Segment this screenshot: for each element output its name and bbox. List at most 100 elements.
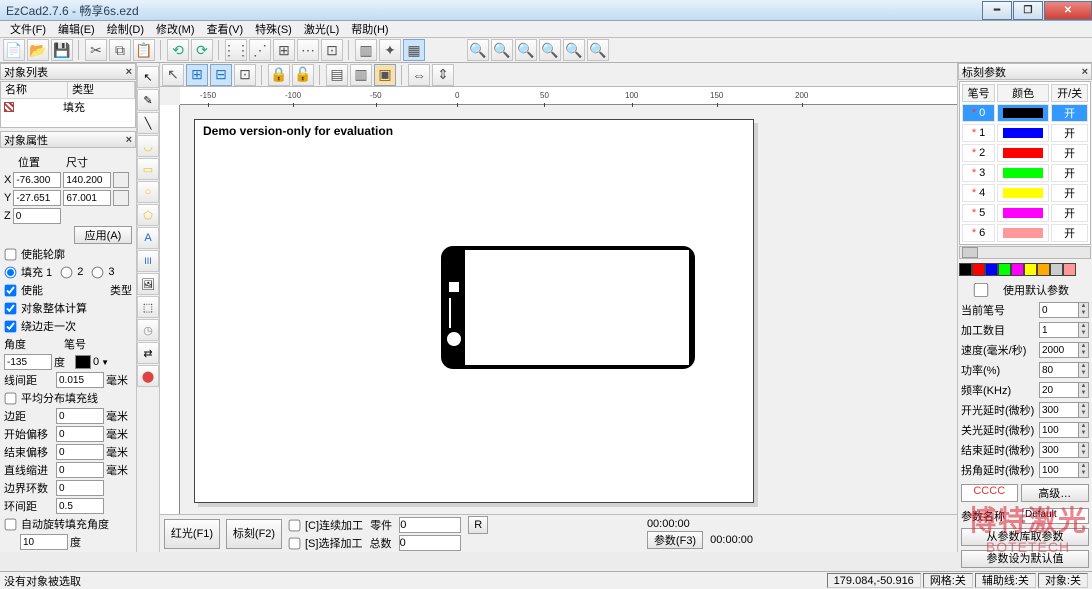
hatch1-radio[interactable]	[5, 266, 17, 278]
tool-d-icon[interactable]: ⋯	[297, 39, 319, 61]
redo-icon[interactable]: ⟳	[191, 39, 213, 61]
curve-icon[interactable]: ◡	[137, 135, 159, 157]
total-input[interactable]	[399, 535, 461, 551]
apply-button[interactable]: 应用(A)	[74, 226, 132, 244]
color-palette[interactable]	[959, 263, 1091, 276]
pen-scrollbar[interactable]	[959, 246, 1091, 259]
menu-view[interactable]: 查看(V)	[201, 21, 250, 37]
red-button[interactable]: 红光(F1)	[164, 519, 220, 549]
zoom-out-icon[interactable]: 🔍	[491, 39, 513, 61]
hatch3-radio[interactable]	[92, 266, 104, 278]
image-icon[interactable]: 🖼	[137, 273, 159, 295]
copy-icon[interactable]: ⧉	[109, 39, 131, 61]
col-type[interactable]: 类型	[68, 82, 135, 98]
pick-icon[interactable]: ↖	[162, 64, 184, 86]
advanced-button[interactable]: 高级…	[1021, 484, 1090, 502]
menu-file[interactable]: 文件(F)	[4, 21, 52, 37]
mirror-icon[interactable]: ▥	[350, 64, 372, 86]
startoff-input[interactable]	[56, 426, 104, 442]
loops-input[interactable]	[56, 480, 104, 496]
angle-input[interactable]	[4, 354, 52, 370]
edgedist-input[interactable]	[56, 408, 104, 424]
minimize-button[interactable]: ━	[982, 1, 1012, 20]
menu-help[interactable]: 帮助(H)	[345, 21, 394, 37]
timer-icon[interactable]: ◷	[137, 319, 159, 341]
selall-a-icon[interactable]: ⊞	[186, 64, 208, 86]
from-lib-button[interactable]: 从参数库取参数	[961, 528, 1089, 546]
part-input[interactable]	[399, 517, 461, 533]
close-panel-icon[interactable]: ×	[126, 134, 132, 146]
tool-e-icon[interactable]: ⊡	[321, 39, 343, 61]
lock-icon[interactable]: 🔒	[268, 64, 290, 86]
spin[interactable]: ▲▼	[1079, 302, 1089, 318]
flipv-icon[interactable]: ⇕	[432, 64, 454, 86]
zoom-fit-icon[interactable]: 🔍	[515, 39, 537, 61]
autorotate-val-input[interactable]	[20, 534, 68, 550]
size-h-input[interactable]	[63, 190, 111, 206]
fliph-icon[interactable]: ⇔	[408, 64, 430, 86]
unlock-icon[interactable]: 🔓	[292, 64, 314, 86]
menu-draw[interactable]: 绘制(D)	[101, 21, 150, 37]
ext-icon[interactable]: ⬤	[137, 365, 159, 387]
param-button[interactable]: 参数(F3)	[647, 531, 703, 549]
input-icon[interactable]: ⇄	[137, 342, 159, 364]
pos-z-input[interactable]	[13, 208, 61, 224]
proccount-input[interactable]	[1039, 322, 1079, 338]
select-proc-checkbox[interactable]	[289, 537, 301, 549]
close-panel-icon[interactable]: ×	[1082, 66, 1088, 78]
vector-icon[interactable]: ⬚	[137, 296, 159, 318]
phone-shape[interactable]	[441, 246, 695, 369]
tool-f-icon[interactable]: ✦	[379, 39, 401, 61]
polygon-icon[interactable]: ⬠	[137, 204, 159, 226]
cornerdelay-input[interactable]	[1039, 462, 1079, 478]
save-icon[interactable]: 💾	[51, 39, 73, 61]
paste-icon[interactable]: 📋	[133, 39, 155, 61]
col-name[interactable]: 名称	[1, 82, 68, 98]
hatch2-radio[interactable]	[61, 266, 73, 278]
continuous-checkbox[interactable]	[289, 519, 301, 531]
use-default-checkbox[interactable]	[963, 283, 999, 297]
maximize-button[interactable]: ❐	[1013, 1, 1043, 20]
tool-a-icon[interactable]: ⋮⋮	[225, 39, 247, 61]
lock-icon[interactable]	[113, 172, 129, 188]
pen-color-swatch[interactable]	[75, 355, 91, 369]
text2-icon[interactable]: III	[137, 250, 159, 272]
offdelay-input[interactable]	[1039, 422, 1079, 438]
node-icon[interactable]: ✎	[137, 89, 159, 111]
open-icon[interactable]: 📂	[27, 39, 49, 61]
linedist-input[interactable]	[56, 372, 104, 388]
mark-button[interactable]: 标刻(F2)	[226, 519, 282, 549]
enddelay-input[interactable]	[1039, 442, 1079, 458]
hatch-icon[interactable]: ▥	[355, 39, 377, 61]
object-list[interactable]: 名称 类型 填充	[0, 81, 136, 128]
pos-x-input[interactable]	[13, 172, 61, 188]
menu-modify[interactable]: 修改(M)	[150, 21, 201, 37]
speed-input[interactable]	[1039, 342, 1079, 358]
curpen-input[interactable]	[1039, 302, 1079, 318]
set-default-button[interactable]: 参数设为默认值	[961, 550, 1089, 568]
cccc-button[interactable]: CCCC	[961, 484, 1018, 502]
tool-c-icon[interactable]: ⊞	[273, 39, 295, 61]
undo-icon[interactable]: ⟲	[167, 39, 189, 61]
tool-b-icon[interactable]: ⋰	[249, 39, 271, 61]
close-button[interactable]: ✕	[1044, 1, 1092, 20]
close-panel-icon[interactable]: ×	[126, 66, 132, 78]
pos-y-input[interactable]	[13, 190, 61, 206]
new-icon[interactable]: 📄	[3, 39, 25, 61]
ringdist-input[interactable]	[56, 498, 104, 514]
cut-icon[interactable]: ✂	[85, 39, 107, 61]
linereduce-input[interactable]	[56, 462, 104, 478]
anchor-icon[interactable]	[113, 190, 129, 206]
select-icon[interactable]: ↖	[137, 66, 159, 88]
menu-laser[interactable]: 激光(L)	[298, 21, 345, 37]
avgfill-checkbox[interactable]	[5, 392, 17, 404]
canvas[interactable]: -150 -100 -50 0 50 100 150 200 Demo vers…	[160, 87, 957, 514]
ondelay-input[interactable]	[1039, 402, 1079, 418]
group-icon[interactable]: ▣	[374, 64, 396, 86]
menu-edit[interactable]: 编辑(E)	[52, 21, 101, 37]
enable-outline-checkbox[interactable]	[5, 248, 17, 260]
zoom-sel-icon[interactable]: 🔍	[539, 39, 561, 61]
workspace-page[interactable]: Demo version-only for evaluation	[194, 119, 754, 503]
line-icon[interactable]: ╲	[137, 112, 159, 134]
edge-once-checkbox[interactable]	[5, 320, 17, 332]
